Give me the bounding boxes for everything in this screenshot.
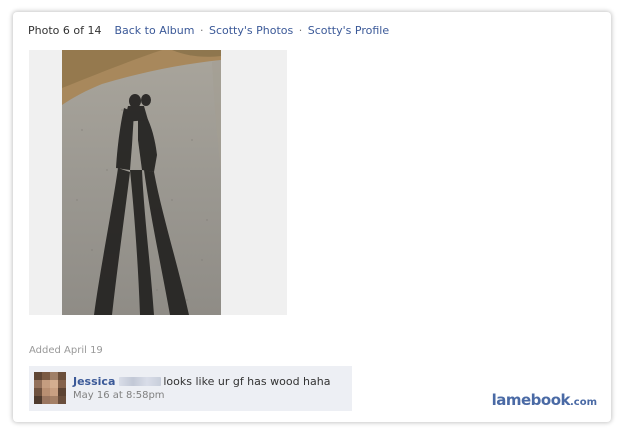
photo-viewer-card: Photo 6 of 14 Back to Album · Scotty's P…: [13, 12, 611, 422]
watermark-domain: .com: [569, 397, 597, 408]
shadow-couple-photo[interactable]: [62, 50, 221, 315]
lamebook-watermark: lamebook.com: [492, 390, 597, 409]
separator-dot: ·: [199, 24, 204, 37]
photo-counter: Photo 6 of 14: [28, 24, 102, 37]
comment-text: looks like ur gf has wood haha: [163, 375, 331, 388]
photo-navigation: Photo 6 of 14 Back to Album · Scotty's P…: [28, 24, 389, 38]
owner-profile-link[interactable]: Scotty's Profile: [308, 24, 389, 37]
photo-frame: [29, 50, 287, 315]
comment-item: Jessica looks like ur gf has wood haha Ma…: [29, 366, 352, 411]
back-to-album-link[interactable]: Back to Album: [114, 24, 194, 37]
added-date: Added April 19: [29, 345, 103, 356]
comment-body: Jessica looks like ur gf has wood haha Ma…: [73, 374, 331, 403]
watermark-brand: lamebook: [491, 391, 571, 409]
separator-dot: ·: [298, 24, 303, 37]
redacted-surname: [119, 377, 162, 386]
comment-timestamp: May 16 at 8:58pm: [73, 390, 165, 401]
avatar[interactable]: [34, 372, 66, 404]
owner-photos-link[interactable]: Scotty's Photos: [209, 24, 293, 37]
comment-author-link[interactable]: Jessica: [73, 375, 115, 388]
